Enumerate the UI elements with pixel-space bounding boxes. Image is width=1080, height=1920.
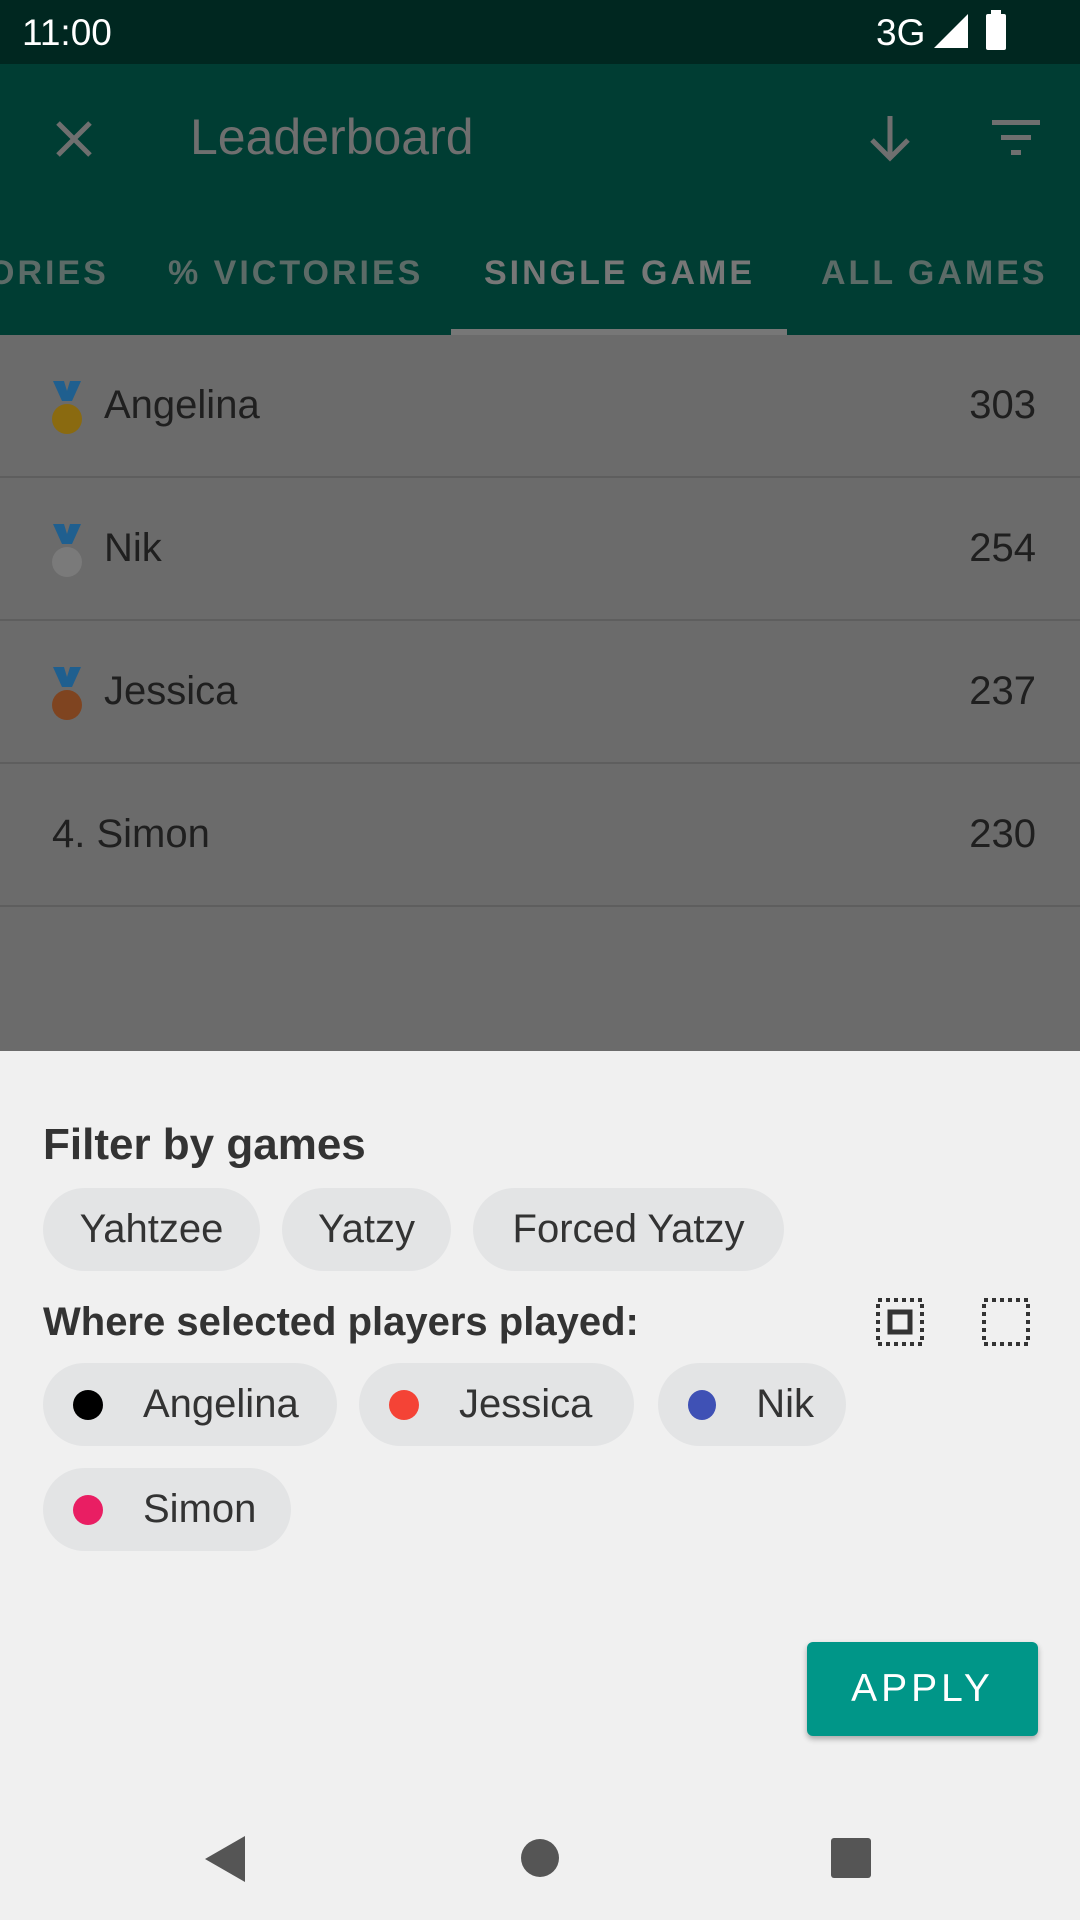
player-name: Jessica: [104, 669, 238, 713]
player-score: 254: [969, 526, 1036, 570]
leaderboard-list: Angelina 303 Nik 254 Jessica 237 4. Simo…: [0, 335, 1080, 1051]
player-score: 303: [969, 383, 1036, 427]
chip-label: Nik: [756, 1382, 814, 1426]
apply-button[interactable]: APPLY: [807, 1642, 1038, 1736]
player-color-dot: [73, 1494, 103, 1525]
player-name: Nik: [104, 526, 162, 570]
chip-label: Angelina: [143, 1382, 299, 1426]
player-chip-simon[interactable]: Simon: [43, 1468, 291, 1551]
filter-games-heading: Filter by games: [43, 1120, 366, 1169]
player-color-dot: [688, 1389, 717, 1420]
clock: 11:00: [22, 12, 112, 53]
player-score: 230: [969, 812, 1036, 856]
select-all-icon[interactable]: [876, 1298, 924, 1346]
recents-icon[interactable]: [831, 1838, 871, 1878]
player-color-dot: [389, 1389, 419, 1420]
player-name: 4. Simon: [52, 812, 210, 856]
arrow-down-icon[interactable]: [868, 114, 912, 162]
battery-icon: [986, 10, 1006, 50]
player-score: 237: [969, 669, 1036, 713]
app-bar: Leaderboard ORIES % VICTORIES SINGLE GAM…: [0, 64, 1080, 335]
player-name: Angelina: [104, 383, 260, 427]
player-color-dot: [73, 1389, 103, 1420]
network-type: 3G: [876, 12, 926, 53]
chip-label: Simon: [143, 1487, 257, 1531]
chip-label: Jessica: [459, 1382, 593, 1426]
tab-percent-victories[interactable]: % VICTORIES: [168, 254, 423, 293]
tab-all-games[interactable]: ALL GAMES: [821, 254, 1048, 293]
tab-single-game[interactable]: SINGLE GAME: [484, 254, 755, 293]
player-chip-nik[interactable]: Nik: [658, 1363, 846, 1446]
player-chip-angelina[interactable]: Angelina: [43, 1363, 337, 1446]
filter-icon[interactable]: [992, 120, 1040, 156]
list-item[interactable]: Jessica 237: [0, 621, 1080, 764]
players-heading: Where selected players played:: [43, 1300, 639, 1344]
navigation-bar: [0, 1800, 1080, 1920]
bronze-medal-icon: [52, 667, 82, 720]
player-chip-jessica[interactable]: Jessica: [359, 1363, 634, 1446]
chip-label: Yatzy: [317, 1207, 416, 1251]
game-chip-forced-yatzy[interactable]: Forced Yatzy: [473, 1188, 784, 1271]
silver-medal-icon: [52, 524, 82, 577]
back-icon[interactable]: [205, 1836, 247, 1882]
tab-victories[interactable]: ORIES: [0, 254, 109, 293]
chip-label: Yahtzee: [79, 1207, 224, 1251]
close-icon[interactable]: [54, 119, 94, 159]
signal-icon: [934, 14, 968, 48]
list-item[interactable]: 4. Simon 230: [0, 764, 1080, 907]
list-item[interactable]: Angelina 303: [0, 335, 1080, 478]
home-icon[interactable]: [520, 1838, 560, 1878]
game-chip-yatzy[interactable]: Yatzy: [282, 1188, 451, 1271]
gold-medal-icon: [52, 381, 82, 434]
status-bar: 11:00 3G: [0, 0, 1080, 64]
deselect-all-icon[interactable]: [982, 1298, 1030, 1346]
list-item[interactable]: Nik 254: [0, 478, 1080, 621]
chip-label: Forced Yatzy: [512, 1207, 745, 1251]
page-title: Leaderboard: [190, 109, 474, 165]
game-chip-yahtzee[interactable]: Yahtzee: [43, 1188, 260, 1271]
